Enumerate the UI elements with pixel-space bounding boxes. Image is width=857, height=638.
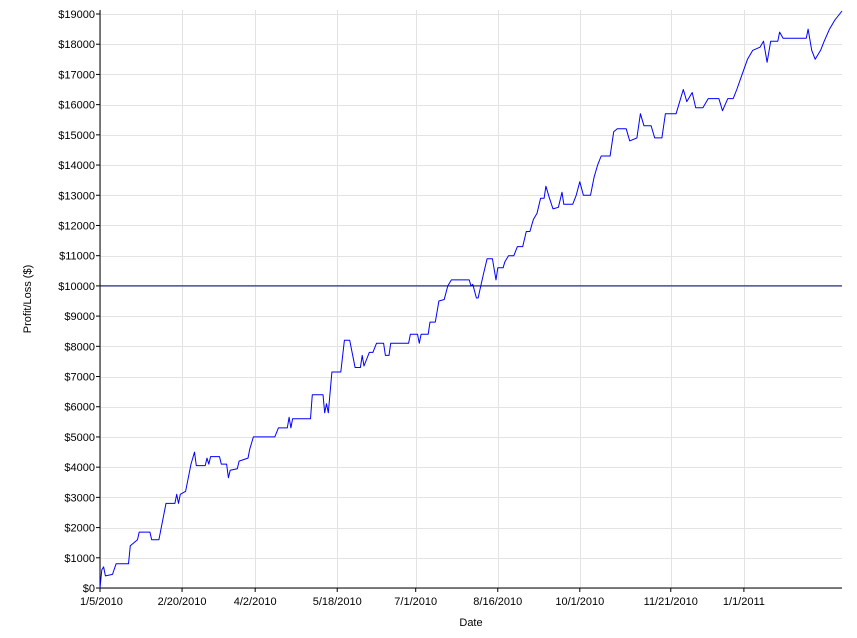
profit-loss-chart: $0 $1000 $2000 $3000 $4000 $5000 $6000 $7000 $80… <box>22 9 843 629</box>
x-tick-label: 1/5/2010 <box>80 596 123 608</box>
y-tick-label: $11000 <box>59 251 95 263</box>
y-tick-label: $8000 <box>64 341 95 353</box>
x-tick-label: 8/16/2010 <box>473 596 522 608</box>
x-tick-label: 5/18/2010 <box>313 596 362 608</box>
y-tick-label: $19000 <box>58 9 95 21</box>
y-tick-label: $3000 <box>64 492 95 504</box>
series-line <box>99 10 843 589</box>
y-tick-label: $15000 <box>58 130 95 142</box>
y-tick-label: $0 <box>83 583 95 595</box>
y-tick-label: $7000 <box>64 372 95 384</box>
y-tick-label: $10000 <box>58 281 95 293</box>
x-tick-label: 1/1/2011 <box>723 596 765 608</box>
x-tick-label: 10/1/2010 <box>555 596 604 608</box>
grid <box>100 10 842 589</box>
y-tick-label: $16000 <box>58 100 95 112</box>
y-tick-label: $12000 <box>58 220 95 232</box>
x-tick-label: 11/21/2010 <box>644 596 698 608</box>
x-tick-label: 7/1/2010 <box>394 596 437 608</box>
y-tick-label: $4000 <box>64 462 95 474</box>
y-tick-label: $14000 <box>58 160 95 172</box>
y-tick-label: $13000 <box>58 190 95 202</box>
y-tick-label: $17000 <box>58 69 95 81</box>
axis-ticks: $0 $1000 $2000 $3000 $4000 $5000 $6000 $7000 $80… <box>58 9 765 608</box>
y-tick-label: $2000 <box>64 523 95 535</box>
x-tick-label: 4/2/2010 <box>234 596 277 608</box>
y-tick-label: $1000 <box>64 553 95 565</box>
x-axis-title: Date <box>459 617 482 629</box>
x-tick-label: 2/20/2010 <box>158 596 207 608</box>
series-group <box>99 10 843 589</box>
y-tick-label: $5000 <box>64 432 95 444</box>
y-tick-label: $18000 <box>58 39 95 51</box>
y-axis-title: Profit/Loss ($) <box>22 265 34 333</box>
y-tick-label: $9000 <box>64 311 95 323</box>
y-tick-label: $6000 <box>64 402 95 414</box>
